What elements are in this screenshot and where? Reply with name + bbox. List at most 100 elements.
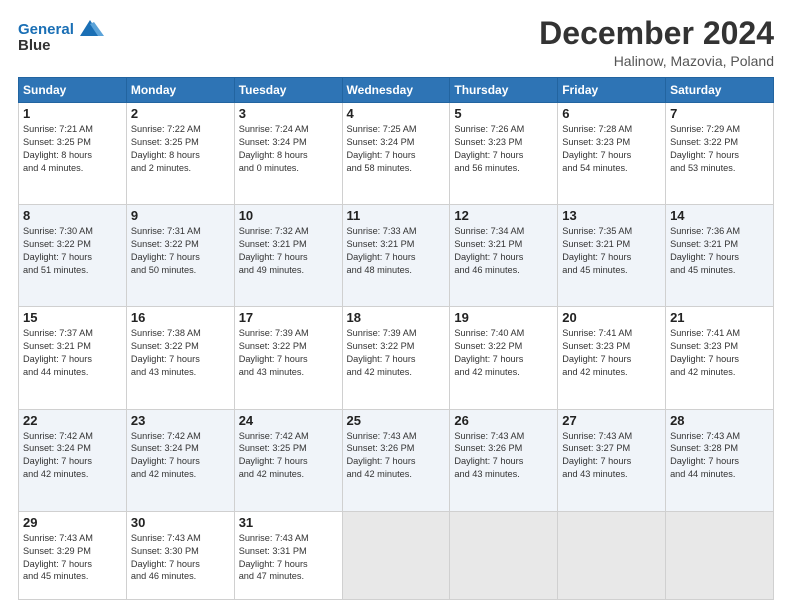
table-row: 27Sunrise: 7:43 AM Sunset: 3:27 PM Dayli… [558, 409, 666, 511]
day-info: Sunrise: 7:30 AM Sunset: 3:22 PM Dayligh… [23, 225, 122, 277]
table-row: 2 Sunrise: 7:22 AM Sunset: 3:25 PM Daylig… [126, 103, 234, 205]
table-row: 21Sunrise: 7:41 AM Sunset: 3:23 PM Dayli… [666, 307, 774, 409]
day-number: 28 [670, 413, 769, 428]
logo: General Blue [18, 20, 104, 55]
day-info: Sunrise: 7:42 AM Sunset: 3:24 PM Dayligh… [23, 430, 122, 482]
day-number: 2 [131, 106, 230, 121]
day-info: Sunrise: 7:24 AM Sunset: 3:24 PM Dayligh… [239, 123, 338, 175]
day-info: Sunrise: 7:26 AM Sunset: 3:23 PM Dayligh… [454, 123, 553, 175]
table-row: 25 Sunrise: 7:43 AM Sunset: 3:26 PM Dayli… [342, 409, 450, 511]
day-info: Sunrise: 7:37 AM Sunset: 3:21 PM Dayligh… [23, 327, 122, 379]
header-row: Sunday Monday Tuesday Wednesday Thursday… [19, 78, 774, 103]
table-row: 23Sunrise: 7:42 AM Sunset: 3:24 PM Dayli… [126, 409, 234, 511]
col-monday: Monday [126, 78, 234, 103]
table-row: 9Sunrise: 7:31 AM Sunset: 3:22 PM Daylig… [126, 205, 234, 307]
day-info: Sunrise: 7:41 AM Sunset: 3:23 PM Dayligh… [562, 327, 661, 379]
day-info: Sunrise: 7:28 AM Sunset: 3:23 PM Dayligh… [562, 123, 661, 175]
day-info: Sunrise: 7:41 AM Sunset: 3:23 PM Dayligh… [670, 327, 769, 379]
table-row: 11 Sunrise: 7:33 AM Sunset: 3:21 PM Dayli… [342, 205, 450, 307]
day-number: 22 [23, 413, 122, 428]
day-info: Sunrise: 7:43 AM Sunset: 3:29 PM Dayligh… [23, 532, 122, 584]
page: General Blue December 2024 Halinow, Mazo… [0, 0, 792, 612]
table-row: 1Sunrise: 7:21 AM Sunset: 3:25 PM Daylig… [19, 103, 127, 205]
table-row: 24 Sunrise: 7:42 AM Sunset: 3:25 PM Dayli… [234, 409, 342, 511]
day-number: 16 [131, 310, 230, 325]
day-info: Sunrise: 7:29 AM Sunset: 3:22 PM Dayligh… [670, 123, 769, 175]
day-number: 29 [23, 515, 122, 530]
table-row: 17 Sunrise: 7:39 AM Sunset: 3:22 PM Dayli… [234, 307, 342, 409]
day-info: Sunrise: 7:39 AM Sunset: 3:22 PM Dayligh… [239, 327, 338, 379]
day-number: 5 [454, 106, 553, 121]
day-number: 8 [23, 208, 122, 223]
day-number: 24 [239, 413, 338, 428]
col-sunday: Sunday [19, 78, 127, 103]
location-subtitle: Halinow, Mazovia, Poland [539, 53, 774, 69]
col-wednesday: Wednesday [342, 78, 450, 103]
day-number: 3 [239, 106, 338, 121]
day-info: Sunrise: 7:21 AM Sunset: 3:25 PM Dayligh… [23, 123, 122, 175]
table-row: 5 Sunrise: 7:26 AM Sunset: 3:23 PM Daylig… [450, 103, 558, 205]
table-row [342, 511, 450, 599]
day-info: Sunrise: 7:39 AM Sunset: 3:22 PM Dayligh… [347, 327, 446, 379]
day-info: Sunrise: 7:32 AM Sunset: 3:21 PM Dayligh… [239, 225, 338, 277]
day-number: 13 [562, 208, 661, 223]
day-info: Sunrise: 7:43 AM Sunset: 3:30 PM Dayligh… [131, 532, 230, 584]
table-row: 28 Sunrise: 7:43 AM Sunset: 3:28 PM Dayli… [666, 409, 774, 511]
day-info: Sunrise: 7:33 AM Sunset: 3:21 PM Dayligh… [347, 225, 446, 277]
table-row: 18 Sunrise: 7:39 AM Sunset: 3:22 PM Dayli… [342, 307, 450, 409]
day-number: 7 [670, 106, 769, 121]
title-block: December 2024 Halinow, Mazovia, Poland [539, 16, 774, 69]
day-info: Sunrise: 7:42 AM Sunset: 3:24 PM Dayligh… [131, 430, 230, 482]
day-info: Sunrise: 7:42 AM Sunset: 3:25 PM Dayligh… [239, 430, 338, 482]
table-row: 30 Sunrise: 7:43 AM Sunset: 3:30 PM Dayli… [126, 511, 234, 599]
day-number: 30 [131, 515, 230, 530]
day-number: 4 [347, 106, 446, 121]
table-row: 6 Sunrise: 7:28 AM Sunset: 3:23 PM Daylig… [558, 103, 666, 205]
table-row: 8 Sunrise: 7:30 AM Sunset: 3:22 PM Daylig… [19, 205, 127, 307]
day-info: Sunrise: 7:40 AM Sunset: 3:22 PM Dayligh… [454, 327, 553, 379]
day-number: 9 [131, 208, 230, 223]
col-saturday: Saturday [666, 78, 774, 103]
table-row: 12Sunrise: 7:34 AM Sunset: 3:21 PM Dayli… [450, 205, 558, 307]
col-thursday: Thursday [450, 78, 558, 103]
table-row: 31 Sunrise: 7:43 AM Sunset: 3:31 PM Dayli… [234, 511, 342, 599]
table-row: 3 Sunrise: 7:24 AM Sunset: 3:24 PM Daylig… [234, 103, 342, 205]
table-row: 29 Sunrise: 7:43 AM Sunset: 3:29 PM Dayli… [19, 511, 127, 599]
month-title: December 2024 [539, 16, 774, 51]
day-number: 11 [347, 208, 446, 223]
day-number: 19 [454, 310, 553, 325]
day-info: Sunrise: 7:22 AM Sunset: 3:25 PM Dayligh… [131, 123, 230, 175]
day-number: 14 [670, 208, 769, 223]
table-row [450, 511, 558, 599]
table-row: 20 Sunrise: 7:41 AM Sunset: 3:23 PM Dayli… [558, 307, 666, 409]
table-row: 7 Sunrise: 7:29 AM Sunset: 3:22 PM Daylig… [666, 103, 774, 205]
table-row: 10 Sunrise: 7:32 AM Sunset: 3:21 PM Dayli… [234, 205, 342, 307]
day-number: 20 [562, 310, 661, 325]
logo-text-blue: Blue [18, 38, 104, 55]
table-row [666, 511, 774, 599]
day-number: 6 [562, 106, 661, 121]
day-info: Sunrise: 7:43 AM Sunset: 3:26 PM Dayligh… [347, 430, 446, 482]
day-number: 17 [239, 310, 338, 325]
day-number: 25 [347, 413, 446, 428]
day-number: 18 [347, 310, 446, 325]
day-info: Sunrise: 7:38 AM Sunset: 3:22 PM Dayligh… [131, 327, 230, 379]
day-number: 31 [239, 515, 338, 530]
day-info: Sunrise: 7:36 AM Sunset: 3:21 PM Dayligh… [670, 225, 769, 277]
day-info: Sunrise: 7:43 AM Sunset: 3:26 PM Dayligh… [454, 430, 553, 482]
day-info: Sunrise: 7:43 AM Sunset: 3:28 PM Dayligh… [670, 430, 769, 482]
col-tuesday: Tuesday [234, 78, 342, 103]
table-row [558, 511, 666, 599]
table-row: 4 Sunrise: 7:25 AM Sunset: 3:24 PM Daylig… [342, 103, 450, 205]
day-info: Sunrise: 7:43 AM Sunset: 3:27 PM Dayligh… [562, 430, 661, 482]
table-row: 26Sunrise: 7:43 AM Sunset: 3:26 PM Dayli… [450, 409, 558, 511]
header: General Blue December 2024 Halinow, Mazo… [18, 16, 774, 69]
day-number: 12 [454, 208, 553, 223]
day-number: 10 [239, 208, 338, 223]
day-info: Sunrise: 7:43 AM Sunset: 3:31 PM Dayligh… [239, 532, 338, 584]
table-row: 16 Sunrise: 7:38 AM Sunset: 3:22 PM Dayli… [126, 307, 234, 409]
table-row: 13Sunrise: 7:35 AM Sunset: 3:21 PM Dayli… [558, 205, 666, 307]
table-row: 14 Sunrise: 7:36 AM Sunset: 3:21 PM Dayli… [666, 205, 774, 307]
day-info: Sunrise: 7:25 AM Sunset: 3:24 PM Dayligh… [347, 123, 446, 175]
logo-text-general: General [18, 21, 74, 38]
